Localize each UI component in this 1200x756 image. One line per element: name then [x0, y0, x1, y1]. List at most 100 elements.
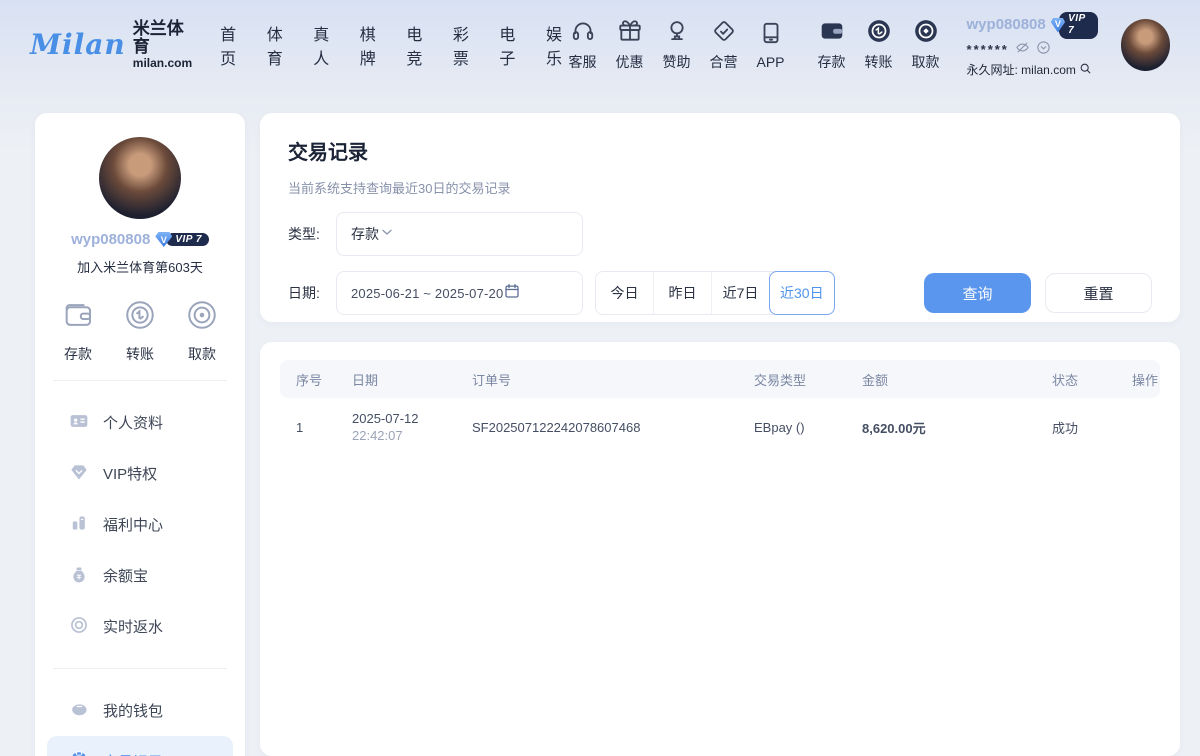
sidebar-item-vip[interactable]: VIP特权: [47, 448, 233, 499]
col-header-index: 序号: [280, 370, 336, 389]
filters-card: 交易记录 当前系统支持查询最近30日的交易记录 类型: 存款 日期: 2025-…: [260, 113, 1180, 322]
quicklink-promo[interactable]: 优惠: [614, 18, 646, 72]
quicklink-withdraw[interactable]: 取款: [910, 18, 942, 72]
headset-icon: [570, 18, 596, 49]
nav-live-casino[interactable]: 真人: [313, 21, 334, 69]
nav-lottery[interactable]: 彩票: [453, 21, 474, 69]
chevron-down-icon: [379, 224, 395, 245]
sidebar-item-profile[interactable]: 个人资料: [47, 397, 233, 448]
main-nav: 首页 体育 真人 棋牌 电竞 彩票 电子 娱乐: [220, 21, 566, 69]
cell-index: 1: [280, 420, 336, 435]
top-bar: Milan 米兰体育 milan.com 首页 体育 真人 棋牌 电竞 彩票 电…: [0, 0, 1200, 90]
eye-off-icon[interactable]: [1015, 40, 1030, 61]
quicklink-sponsor[interactable]: 赞助: [661, 18, 693, 72]
sidebar-item-label: 个人资料: [103, 412, 163, 433]
quick-action-withdraw[interactable]: 取款: [185, 298, 219, 364]
quicklink-partner[interactable]: 合营: [708, 18, 740, 72]
vip-badge: V VIP 7: [155, 232, 209, 247]
quicklink-label: 取款: [912, 52, 940, 72]
cell-status: 成功: [1036, 418, 1116, 437]
range-7days[interactable]: 近7日: [712, 272, 770, 314]
sidebar-item-label: 交易记录: [103, 751, 163, 756]
wallet-icon: [69, 699, 89, 723]
date-range-input[interactable]: 2025-06-21 ~ 2025-07-20: [336, 271, 583, 315]
range-30days[interactable]: 近30日: [769, 271, 835, 315]
cell-type: EBpay (): [738, 420, 846, 435]
divider: [53, 380, 227, 381]
type-select[interactable]: 存款: [336, 212, 583, 256]
handshake-icon: [711, 18, 737, 49]
sidebar-item-label: 实时返水: [103, 616, 163, 637]
calendar-icon: [503, 282, 521, 305]
nav-home[interactable]: 首页: [220, 21, 241, 69]
sidebar-avatar[interactable]: [99, 137, 181, 219]
page-subtitle: 当前系统支持查询最近30日的交易记录: [288, 178, 1152, 197]
quicklink-label: 合营: [710, 52, 738, 72]
col-header-date: 日期: [336, 370, 456, 389]
vip-badge: V VIP 7: [1051, 12, 1098, 39]
quick-action-label: 转账: [126, 344, 154, 364]
range-today[interactable]: 今日: [596, 272, 654, 314]
nav-esports[interactable]: 电竞: [406, 21, 427, 69]
header-avatar[interactable]: [1121, 19, 1170, 71]
quick-action-label: 存款: [64, 344, 92, 364]
search-icon[interactable]: [1079, 62, 1092, 79]
nav-entertainment[interactable]: 娱乐: [546, 21, 567, 69]
reset-button[interactable]: 重置: [1045, 273, 1152, 313]
quicklink-label: 优惠: [616, 52, 644, 72]
moneybag-icon: [69, 564, 89, 588]
quicklink-service[interactable]: 客服: [567, 18, 599, 72]
phone-icon: [758, 20, 784, 51]
quicklink-transfer[interactable]: 转账: [863, 18, 895, 72]
sidebar-item-benefits[interactable]: 福利中心: [47, 499, 233, 550]
col-header-type: 交易类型: [738, 370, 846, 389]
quicklink-label: 客服: [569, 52, 597, 72]
transfer-coin-icon: [866, 18, 892, 49]
masked-balance: ******: [967, 42, 1009, 58]
sidebar-quick-actions: 存款 转账 取款: [35, 298, 245, 364]
cell-date-time: 22:42:07: [352, 428, 456, 443]
sidebar-item-label: 我的钱包: [103, 700, 163, 721]
sidebar-item-label: VIP特权: [103, 463, 157, 484]
sidebar-item-rebate[interactable]: 实时返水: [47, 601, 233, 652]
search-button[interactable]: 查询: [924, 273, 1031, 313]
logo-domain-text: milan.com: [133, 57, 192, 70]
transactions-table-card: 序号 日期 订单号 交易类型 金额 状态 操作 1 2025-07-12 22:…: [260, 342, 1180, 756]
trophy-icon: [664, 18, 690, 49]
quicklink-label: 转账: [865, 52, 893, 72]
quicklink-app[interactable]: APP: [755, 20, 787, 70]
sidebar-item-wallet[interactable]: 我的钱包: [47, 685, 233, 736]
withdraw-circle-icon: [185, 298, 219, 337]
deposit-wallet-icon: [819, 18, 845, 49]
sidebar-username: wyp080808: [71, 231, 150, 248]
id-card-icon: [69, 411, 89, 435]
quicklink-label: 赞助: [663, 52, 691, 72]
benefits-icon: [69, 513, 89, 537]
records-icon: [69, 750, 89, 756]
col-header-action: 操作: [1116, 370, 1160, 389]
quicklink-label: 存款: [818, 52, 846, 72]
sidebar-item-yuebao[interactable]: 余额宝: [47, 550, 233, 601]
nav-slots[interactable]: 电子: [499, 21, 520, 69]
quick-action-deposit[interactable]: 存款: [61, 298, 95, 364]
sidebar-item-label: 福利中心: [103, 514, 163, 535]
user-info-block: wyp080808 V VIP 7 ****** 永久网址: milan.com: [967, 12, 1098, 79]
cell-order-no: SF202507122242078607468: [456, 420, 738, 435]
quicklink-deposit[interactable]: 存款: [816, 18, 848, 72]
nav-sports[interactable]: 体育: [267, 21, 288, 69]
table-header-row: 序号 日期 订单号 交易类型 金额 状态 操作: [280, 360, 1160, 398]
col-header-order: 订单号: [456, 370, 738, 389]
nav-card-games[interactable]: 棋牌: [360, 21, 381, 69]
logo-script-text: Milan: [30, 31, 126, 59]
divider: [53, 668, 227, 669]
date-label: 日期:: [288, 283, 336, 303]
gift-icon: [617, 18, 643, 49]
sidebar-item-transactions[interactable]: 交易记录: [47, 736, 233, 756]
site-logo[interactable]: Milan 米兰体育 milan.com: [30, 20, 192, 71]
quick-action-transfer[interactable]: 转账: [123, 298, 157, 364]
date-range-value: 2025-06-21 ~ 2025-07-20: [351, 286, 503, 301]
sidebar: wyp080808 V VIP 7 加入米兰体育第603天 存款 转账 取款 个…: [35, 113, 245, 756]
quicklink-label: APP: [757, 54, 785, 70]
chevron-circle-icon[interactable]: [1036, 40, 1051, 61]
range-yesterday[interactable]: 昨日: [654, 272, 712, 314]
